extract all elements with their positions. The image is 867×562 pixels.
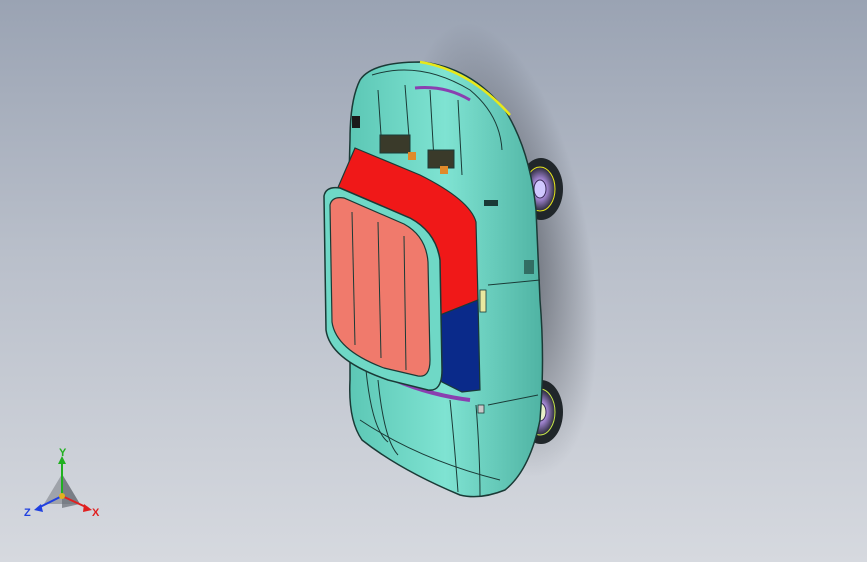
- model-canvas[interactable]: [0, 0, 867, 562]
- coordinate-triad: Y X Z: [22, 446, 104, 526]
- blue-panel[interactable]: [437, 299, 481, 393]
- z-axis-label: Z: [24, 507, 31, 519]
- triad-origin: [59, 493, 65, 499]
- y-axis-label: Y: [59, 447, 67, 459]
- x-axis-arrow: [83, 504, 92, 512]
- graphics-viewport[interactable]: [0, 0, 867, 562]
- x-axis-label: X: [92, 507, 100, 519]
